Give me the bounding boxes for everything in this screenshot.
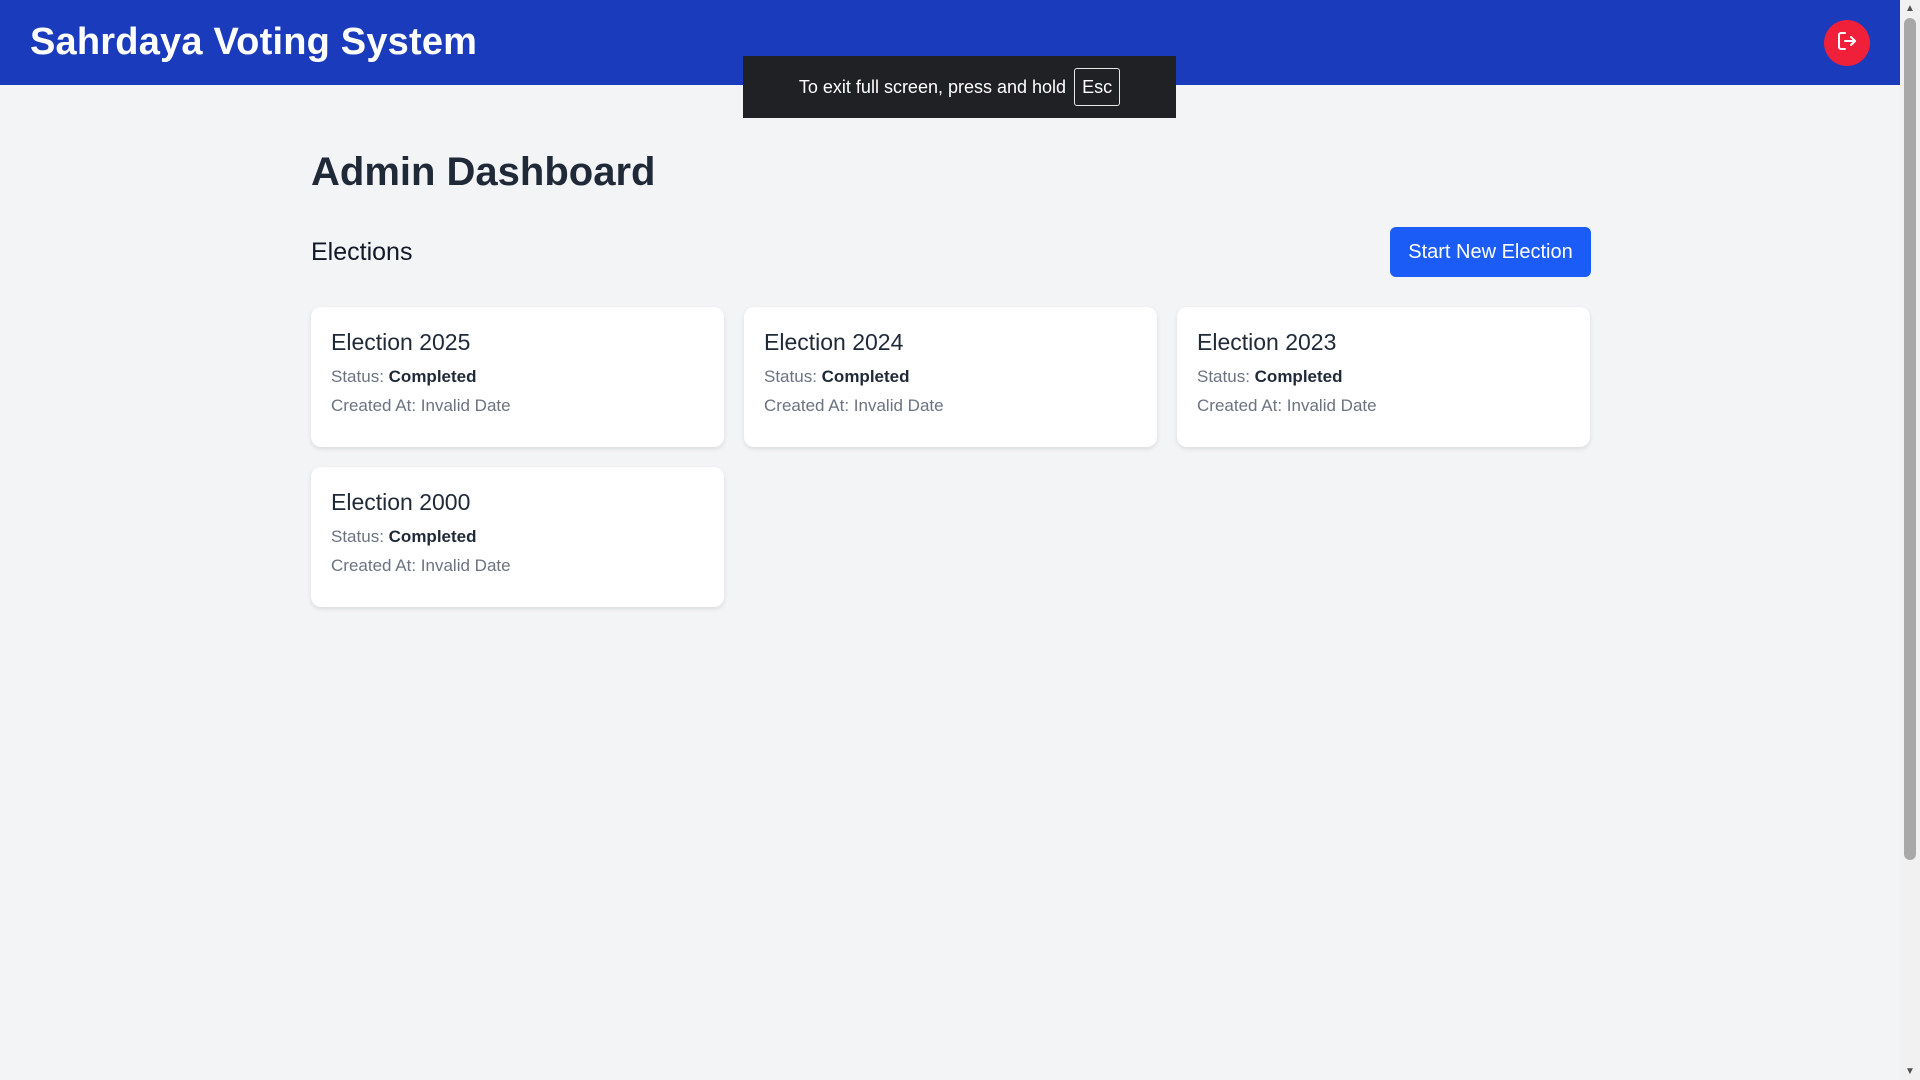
created-label: Created At: xyxy=(764,396,850,415)
election-cards: Election 2025 Status: Completed Created … xyxy=(311,307,1591,607)
created-label: Created At: xyxy=(331,556,417,575)
election-card[interactable]: Election 2000 Status: Completed Created … xyxy=(311,467,724,607)
status-value: Completed xyxy=(388,527,477,546)
main-content: Admin Dashboard Elections Start New Elec… xyxy=(311,150,1591,607)
election-created-line: Created At: Invalid Date xyxy=(764,396,1137,416)
election-name: Election 2000 xyxy=(331,489,471,515)
election-status-line: Status: Completed xyxy=(1197,367,1570,387)
election-card[interactable]: Election 2024 Status: Completed Created … xyxy=(744,307,1157,447)
status-label: Status: xyxy=(331,367,384,386)
election-status-line: Status: Completed xyxy=(331,527,704,547)
fullscreen-exit-toast: To exit full screen, press and hold Esc xyxy=(743,56,1176,118)
logout-icon xyxy=(1835,29,1859,58)
scroll-down-arrow-icon[interactable]: ▼ xyxy=(1900,1063,1920,1080)
election-status-line: Status: Completed xyxy=(331,367,704,387)
esc-key-badge: Esc xyxy=(1074,68,1121,106)
status-value: Completed xyxy=(388,367,477,386)
status-label: Status: xyxy=(764,367,817,386)
election-card[interactable]: Election 2023 Status: Completed Created … xyxy=(1177,307,1590,447)
app-title: Sahrdaya Voting System xyxy=(30,21,478,63)
status-value: Completed xyxy=(821,367,910,386)
scrollbar-thumb[interactable] xyxy=(1904,18,1916,860)
created-label: Created At: xyxy=(331,396,417,415)
election-created-line: Created At: Invalid Date xyxy=(331,396,704,416)
election-card[interactable]: Election 2025 Status: Completed Created … xyxy=(311,307,724,447)
start-new-election-button[interactable]: Start New Election xyxy=(1390,227,1591,277)
election-status-line: Status: Completed xyxy=(764,367,1137,387)
fullscreen-toast-text: To exit full screen, press and hold xyxy=(798,76,1067,97)
election-name: Election 2023 xyxy=(1197,329,1337,355)
election-name: Election 2025 xyxy=(331,329,471,355)
created-value: Invalid Date xyxy=(420,396,511,415)
election-name: Election 2024 xyxy=(764,329,904,355)
section-title: Elections xyxy=(311,237,413,266)
elections-header: Elections Start New Election xyxy=(311,227,1591,277)
status-value: Completed xyxy=(1254,367,1343,386)
created-label: Created At: xyxy=(1197,396,1283,415)
vertical-scrollbar[interactable]: ▲ ▼ xyxy=(1900,0,1920,1080)
created-value: Invalid Date xyxy=(1286,396,1377,415)
election-created-line: Created At: Invalid Date xyxy=(331,556,704,576)
scroll-up-arrow-icon[interactable]: ▲ xyxy=(1900,0,1920,17)
page-title: Admin Dashboard xyxy=(311,150,656,194)
status-label: Status: xyxy=(331,527,384,546)
election-created-line: Created At: Invalid Date xyxy=(1197,396,1570,416)
status-label: Status: xyxy=(1197,367,1250,386)
logout-button[interactable] xyxy=(1824,20,1870,66)
created-value: Invalid Date xyxy=(420,556,511,575)
created-value: Invalid Date xyxy=(853,396,944,415)
